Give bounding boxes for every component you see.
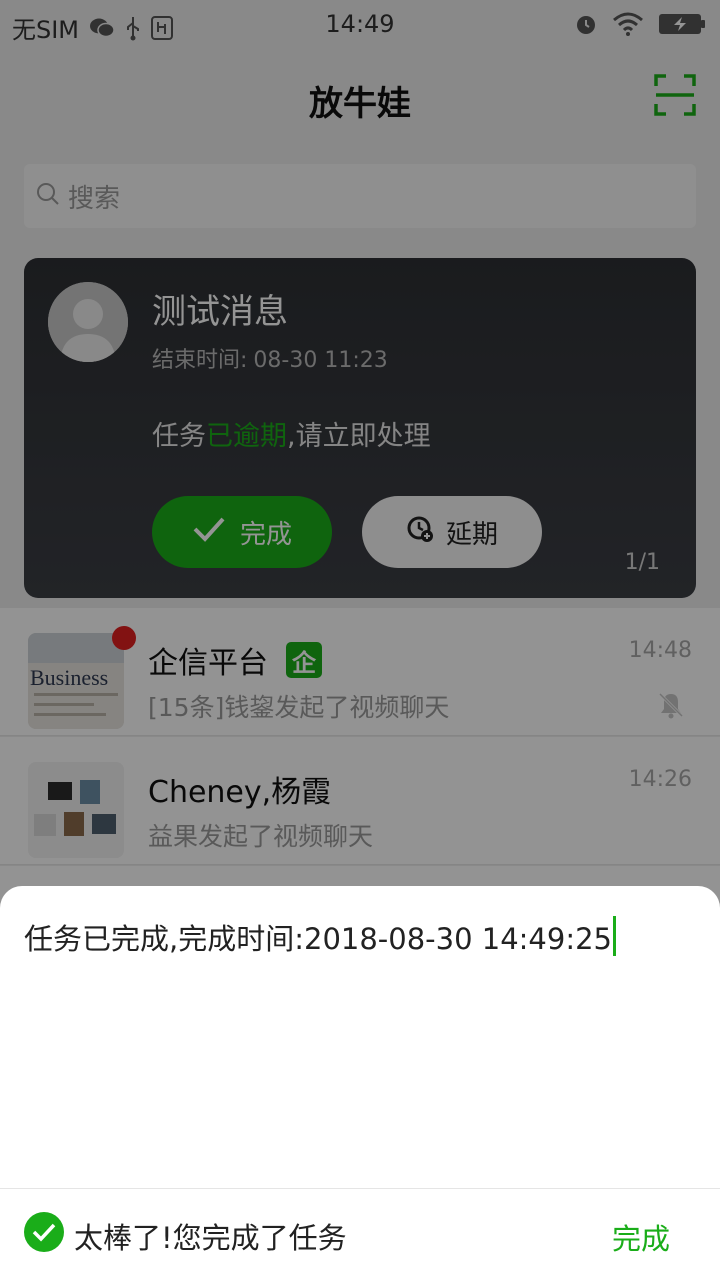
success-footer: 太棒了!您完成了任务 — [24, 1212, 347, 1259]
divider — [0, 1188, 720, 1189]
done-button[interactable]: 完成 — [612, 1216, 670, 1258]
completion-message-text: 任务已完成,完成时间:2018-08-30 14:49:25 — [24, 922, 612, 956]
completion-message-input[interactable]: 任务已完成,完成时间:2018-08-30 14:49:25 — [24, 916, 616, 958]
success-footer-text: 太棒了!您完成了任务 — [74, 1220, 347, 1255]
completion-sheet: 任务已完成,完成时间:2018-08-30 14:49:25 太棒了!您完成了任… — [0, 886, 720, 1280]
success-check-icon — [24, 1212, 64, 1259]
text-caret — [613, 916, 616, 956]
